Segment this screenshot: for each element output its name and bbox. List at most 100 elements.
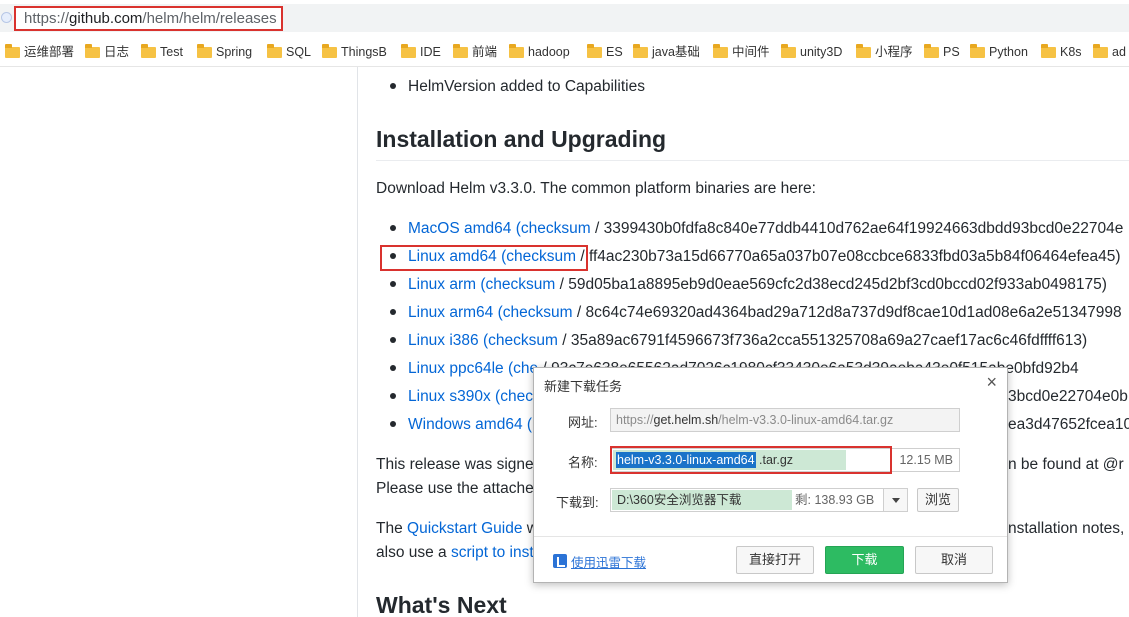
chevron-down-icon[interactable] <box>883 489 907 511</box>
bookmark-folder[interactable]: SQL <box>267 44 311 60</box>
folder-icon <box>1041 44 1056 58</box>
checksum-link[interactable]: checksum <box>486 276 556 293</box>
bookmark-folder[interactable]: Test <box>141 44 183 60</box>
checksum-hash: 59d05ba1a8895eb9d0eae569cfc2d38ecd245d2b… <box>568 276 1107 293</box>
xunlei-icon <box>553 554 567 568</box>
checksum-hash: ff4ac230b73a15d66770a65a037b07e08ccbce68… <box>588 248 1121 265</box>
bookmark-folder[interactable]: unity3D <box>781 44 842 60</box>
folder-icon <box>781 44 796 58</box>
bookmark-folder[interactable]: Python <box>970 44 1028 60</box>
quickstart-link[interactable]: Quickstart Guide <box>407 520 522 537</box>
bullet-icon <box>390 393 396 399</box>
url-label: 网址: <box>568 415 598 430</box>
bookmark-folder[interactable]: hadoop <box>509 44 570 60</box>
url-path: /helm/helm/releases <box>142 10 277 27</box>
folder-icon <box>587 44 602 58</box>
open-button[interactable]: 直接打开 <box>736 546 814 574</box>
checksum-link[interactable]: chec <box>500 388 533 405</box>
save-path-field[interactable]: D:\360安全浏览器下载 剩: 138.93 GB <box>610 488 908 512</box>
file-size: 12.15 MB <box>899 453 953 467</box>
url-scheme: https:// <box>24 10 70 27</box>
highlight-box <box>610 446 892 474</box>
install-notes-text: nstallation notes, <box>1008 520 1125 537</box>
bookmark-folder[interactable]: ES <box>587 44 623 60</box>
folder-icon <box>85 44 100 58</box>
next-title: What's Next <box>376 592 507 617</box>
bookmarks-bar: 运维部署 日志 Test Spring SQL ThingsB IDE 前端 h… <box>0 38 1129 67</box>
address-bar: https://github.com/helm/helm/releases <box>0 0 1129 38</box>
script-text: also use a script to inst <box>376 544 534 561</box>
bookmark-folder[interactable]: IDE <box>401 44 441 60</box>
checksum-hash: 8c64c74e69320ad4364bad29a712d8a737d9df8c… <box>585 304 1122 321</box>
close-icon[interactable]: × <box>986 373 997 391</box>
download-link[interactable]: MacOS amd64 <box>408 220 511 237</box>
folder-icon <box>453 44 468 58</box>
checksum-link[interactable]: ( <box>527 416 532 433</box>
checksum-hash: 3399430b0fdfa8c840e77ddb4410d762ae64f199… <box>603 220 1124 237</box>
bookmark-folder[interactable]: 小程序 <box>856 44 913 60</box>
bookmark-folder[interactable]: 中间件 <box>713 44 770 60</box>
cancel-button[interactable]: 取消 <box>915 546 993 574</box>
bookmark-folder[interactable]: 日志 <box>85 44 129 60</box>
folder-icon <box>970 44 985 58</box>
browse-button[interactable]: 浏览 <box>917 488 959 512</box>
download-item: Linux arm (checksum / 59d05ba1a8895eb9d0… <box>390 276 1107 294</box>
bookmark-folder[interactable]: K8s <box>1041 44 1082 60</box>
checksum-link[interactable]: checksum <box>503 304 573 321</box>
folder-icon <box>1093 44 1108 58</box>
download-link[interactable]: Linux ppc64le <box>408 360 504 377</box>
checksum-hash: ea3d47652fcea103 <box>1008 416 1129 433</box>
folder-icon <box>924 44 939 58</box>
download-item: Linux arm64 (checksum / 8c64c74e69320ad4… <box>390 304 1122 322</box>
bookmark-folder[interactable]: 前端 <box>453 44 497 60</box>
folder-icon <box>713 44 728 58</box>
bookmark-folder[interactable]: Spring <box>197 44 252 60</box>
bookmark-folder[interactable]: java基础 <box>633 44 700 60</box>
intro-text: Download Helm v3.3.0. The common platfor… <box>376 180 816 197</box>
download-link[interactable]: Linux s390x <box>408 388 491 405</box>
free-space: 剩: 138.93 GB <box>795 493 875 507</box>
site-info-icon[interactable] <box>1 12 12 23</box>
save-label: 下载到: <box>556 495 599 510</box>
folder-icon <box>322 44 337 58</box>
signed-text: This release was signed <box>376 456 543 473</box>
script-link[interactable]: script to inst <box>451 544 534 561</box>
url-field[interactable]: https://get.helm.sh/helm-v3.3.0-linux-am… <box>610 408 960 432</box>
bookmark-folder[interactable]: ad <box>1093 44 1126 60</box>
name-label: 名称: <box>568 455 598 470</box>
download-dialog: 新建下载任务 × 网址: https://get.helm.sh/helm-v3… <box>533 367 1008 583</box>
dialog-title: 新建下载任务 <box>544 379 623 394</box>
checksum-hash: 3bcd0e22704e0b <box>1008 388 1128 405</box>
bookmark-folder[interactable]: ThingsB <box>322 44 387 60</box>
bookmark-folder[interactable]: 运维部署 <box>5 44 74 60</box>
download-item: MacOS amd64 (checksum / 3399430b0fdfa8c8… <box>390 220 1123 238</box>
attached-text: Please use the attache <box>376 480 534 497</box>
folder-icon <box>856 44 871 58</box>
folder-icon <box>141 44 156 58</box>
download-link[interactable]: Windows amd64 <box>408 416 523 433</box>
url-host: github.com <box>69 10 143 27</box>
list-item: HelmVersion added to Capabilities <box>390 78 645 96</box>
xunlei-link[interactable]: 使用迅雷下载 <box>571 552 646 571</box>
download-item: Windows amd64 ( <box>390 416 532 434</box>
signed-text-end: n be found at @r <box>1008 456 1124 473</box>
url-text[interactable]: https://github.com/helm/helm/releases <box>14 6 283 31</box>
download-item: Linux s390x (chec <box>390 388 533 406</box>
download-link[interactable]: Linux arm <box>408 276 476 293</box>
checksum-link[interactable]: checksum <box>488 332 558 349</box>
bullet-icon <box>390 365 396 371</box>
section-title: Installation and Upgrading <box>376 126 667 152</box>
folder-icon <box>267 44 282 58</box>
bullet-icon <box>390 225 396 231</box>
content-divider <box>357 67 358 617</box>
folder-icon <box>509 44 524 58</box>
download-button[interactable]: 下载 <box>825 546 904 574</box>
bullet-icon <box>390 337 396 343</box>
bookmark-folder[interactable]: PS <box>924 44 960 60</box>
bullet-icon <box>390 309 396 315</box>
checksum-link[interactable]: checksum <box>521 220 591 237</box>
download-link[interactable]: Linux i386 <box>408 332 479 349</box>
bullet-icon <box>390 83 396 89</box>
download-link[interactable]: Linux arm64 <box>408 304 493 321</box>
download-item: Linux i386 (checksum / 35a89ac6791f45966… <box>390 332 1087 350</box>
